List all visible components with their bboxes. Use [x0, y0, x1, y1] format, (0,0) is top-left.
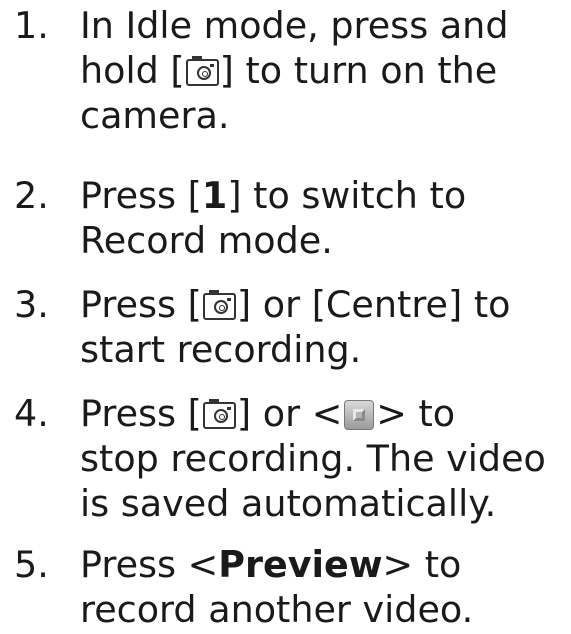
step-number: 1.: [14, 4, 49, 47]
text-run: Record mode.: [80, 219, 333, 262]
camera-key-icon: [202, 290, 236, 320]
text-run: Press <: [80, 543, 219, 586]
step-line: Press <Preview> to: [80, 542, 570, 587]
text-run: > to: [382, 543, 462, 586]
text-run: Press [: [80, 283, 202, 326]
camera-key-icon: [185, 56, 219, 86]
step-text: Press <Preview> to record another video.: [80, 542, 570, 632]
text-run: hold [: [80, 49, 185, 92]
softkey-label: Preview: [218, 543, 383, 586]
step-text: Press [ ] or < > to stop recording. The vi…: [80, 391, 570, 526]
step-number: 3.: [14, 283, 49, 326]
text-run: start recording.: [80, 328, 362, 371]
camera-key-icon: [202, 399, 236, 429]
text-run: record another video.: [80, 588, 474, 631]
stop-softkey-icon: [344, 400, 375, 430]
step-line: Record mode.: [80, 218, 570, 263]
step-text: Press [1] to switch to Record mode.: [80, 173, 570, 263]
step-text: Press [ ] or [Centre] to start recording.: [80, 282, 570, 372]
step-number: 5.: [14, 543, 49, 586]
text-run: ] or [Centre] to: [236, 283, 511, 326]
text-run: Press [: [80, 392, 202, 435]
step-number: 2.: [14, 174, 49, 217]
step-line: stop recording. The video: [80, 436, 570, 481]
text-run: In Idle mode, press and: [80, 4, 509, 47]
text-run: is saved automatically.: [80, 482, 497, 525]
step-line: record another video.: [80, 587, 570, 632]
text-run: ] to switch to: [227, 174, 467, 217]
step-text: In Idle mode, press and hold [ ] to turn …: [80, 3, 570, 138]
text-run: > to: [376, 392, 456, 435]
text-run: stop recording. The video: [80, 437, 546, 480]
step-line: is saved automatically.: [80, 481, 570, 526]
text-run: ] to turn on the: [219, 49, 498, 92]
step-line: hold [ ] to turn on the: [80, 48, 570, 93]
step-line: Press [ ] or < > to: [80, 391, 570, 436]
text-run: Press [: [80, 174, 202, 217]
step-line: In Idle mode, press and: [80, 3, 570, 48]
step-line: start recording.: [80, 327, 570, 372]
step-line: Press [1] to switch to: [80, 173, 570, 218]
text-run: camera.: [80, 94, 230, 137]
step-line: Press [ ] or [Centre] to: [80, 282, 570, 327]
text-run: ] or <: [236, 392, 343, 435]
step-number: 4.: [14, 392, 49, 435]
key-label: 1: [201, 174, 228, 217]
step-line: camera.: [80, 93, 570, 138]
